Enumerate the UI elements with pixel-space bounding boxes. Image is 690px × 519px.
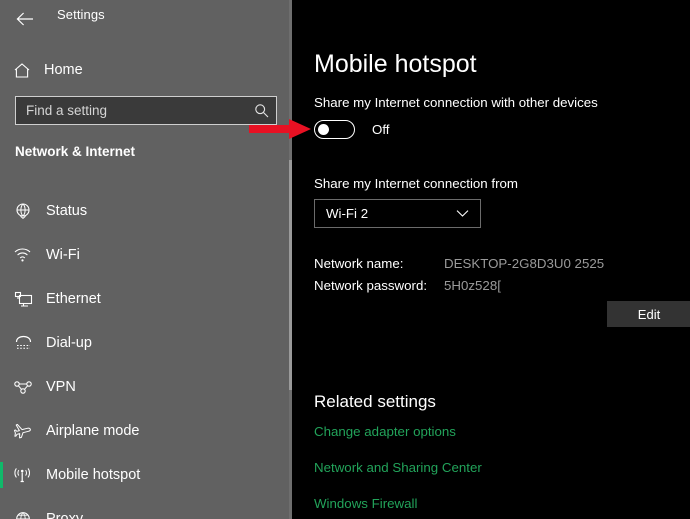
vpn-icon <box>0 379 46 395</box>
related-link-change-adapter-options[interactable]: Change adapter options <box>314 424 456 439</box>
ethernet-icon <box>0 291 46 308</box>
search-input[interactable] <box>16 103 246 118</box>
share-connection-toggle-row: Off <box>314 120 390 139</box>
sidebar-item-vpn-label: VPN <box>46 379 76 395</box>
selection-accent <box>0 330 3 356</box>
share-from-label: Share my Internet connection from <box>314 176 518 191</box>
network-password-key: Network password: <box>314 278 428 293</box>
network-name-value: DESKTOP-2G8D3U0 2525 <box>444 256 605 271</box>
proxy-globe-icon <box>0 510 46 519</box>
sidebar-item-mobile-hotspot-label: Mobile hotspot <box>46 467 141 483</box>
mobile-hotspot-toggle[interactable] <box>314 120 355 139</box>
sidebar-item-dialup[interactable]: Dial-up <box>0 321 292 365</box>
network-name-row: Network name: DESKTOP-2G8D3U0 2525 <box>314 256 604 271</box>
globe-icon <box>0 202 46 220</box>
sidebar-item-wifi[interactable]: Wi-Fi <box>0 233 292 277</box>
chevron-down-icon <box>456 209 480 218</box>
settings-window: Settings Home Network & Internet <box>0 0 690 519</box>
back-arrow-icon[interactable] <box>12 6 38 32</box>
page-title: Mobile hotspot <box>314 50 477 78</box>
selection-accent <box>0 462 3 488</box>
toggle-state-label: Off <box>372 122 390 137</box>
toggle-knob <box>318 124 329 135</box>
selection-accent <box>0 374 3 400</box>
edit-button[interactable]: Edit <box>607 301 690 327</box>
selection-accent <box>0 506 3 519</box>
dialup-icon <box>0 335 46 351</box>
search-icon[interactable] <box>246 103 276 118</box>
sidebar-item-status[interactable]: Status <box>0 189 292 233</box>
selection-accent <box>0 242 3 268</box>
sidebar-item-home-label: Home <box>44 62 83 78</box>
share-from-dropdown[interactable]: Wi-Fi 2 <box>314 199 481 228</box>
related-link-network-and-sharing-center[interactable]: Network and Sharing Center <box>314 460 482 475</box>
airplane-icon <box>0 422 46 441</box>
wifi-icon <box>0 247 46 263</box>
sidebar-item-airplane-mode-label: Airplane mode <box>46 423 140 439</box>
sidebar-item-dialup-label: Dial-up <box>46 335 92 351</box>
sidebar-item-proxy[interactable]: Proxy <box>0 497 292 519</box>
network-password-value: 5H0z528[ <box>444 278 501 293</box>
selection-accent <box>0 286 3 312</box>
sidebar-item-wifi-label: Wi-Fi <box>46 247 80 263</box>
share-connection-label: Share my Internet connection with other … <box>314 95 598 110</box>
selection-accent <box>0 418 3 444</box>
sidebar-item-ethernet-label: Ethernet <box>46 291 101 307</box>
sidebar-nav: Status Wi-Fi Ethernet Dial-up VPN Airpla… <box>0 189 292 519</box>
home-icon <box>0 62 44 79</box>
selection-accent <box>0 198 3 224</box>
sidebar-item-proxy-label: Proxy <box>46 511 84 519</box>
related-link-windows-firewall[interactable]: Windows Firewall <box>314 496 417 511</box>
related-settings-heading: Related settings <box>314 392 436 411</box>
sidebar-item-home[interactable]: Home <box>0 53 292 87</box>
share-from-dropdown-value: Wi-Fi 2 <box>326 206 369 221</box>
sidebar-item-vpn[interactable]: VPN <box>0 365 292 409</box>
sidebar-item-airplane-mode[interactable]: Airplane mode <box>0 409 292 453</box>
sidebar-titlebar: Settings <box>0 0 292 38</box>
window-title: Settings <box>57 7 105 22</box>
sidebar-item-ethernet[interactable]: Ethernet <box>0 277 292 321</box>
sidebar-item-mobile-hotspot[interactable]: Mobile hotspot <box>0 453 292 497</box>
main-content: Mobile hotspot Share my Internet connect… <box>292 0 690 519</box>
sidebar-item-status-label: Status <box>46 203 88 219</box>
sidebar: Settings Home Network & Internet <box>0 0 292 519</box>
network-password-row: Network password: 5H0z528[ <box>314 278 501 293</box>
sidebar-section-heading: Network & Internet <box>15 144 136 159</box>
hotspot-icon <box>0 467 46 484</box>
network-name-key: Network name: <box>314 256 404 271</box>
search-box[interactable] <box>15 96 277 125</box>
